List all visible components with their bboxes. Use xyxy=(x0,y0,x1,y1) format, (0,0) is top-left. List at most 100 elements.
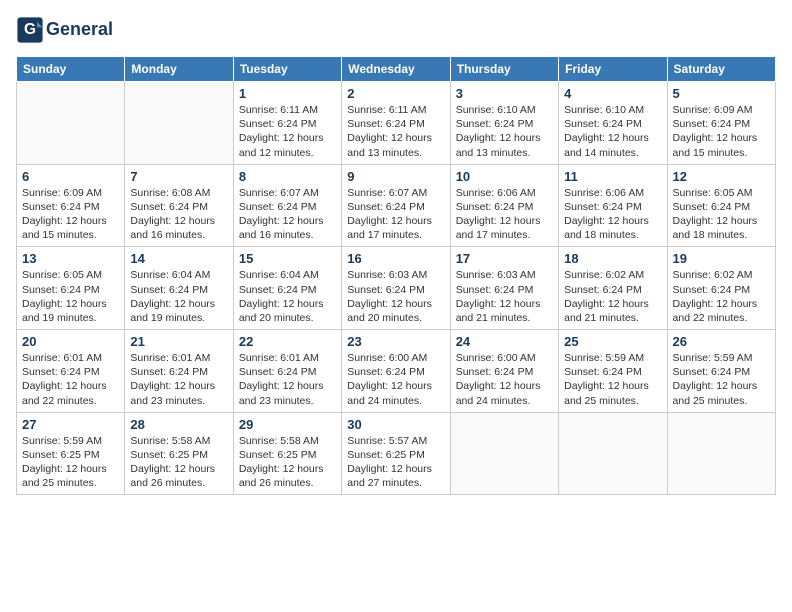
day-info: Sunrise: 6:11 AMSunset: 6:24 PMDaylight:… xyxy=(347,103,444,160)
calendar-cell xyxy=(667,412,775,495)
calendar-cell: 28 Sunrise: 5:58 AMSunset: 6:25 PMDayligh… xyxy=(125,412,233,495)
calendar-cell xyxy=(559,412,667,495)
day-info: Sunrise: 5:58 AMSunset: 6:25 PMDaylight:… xyxy=(130,434,227,491)
day-number: 18 xyxy=(564,251,661,266)
calendar-cell: 12 Sunrise: 6:05 AMSunset: 6:24 PMDayligh… xyxy=(667,164,775,247)
day-number: 3 xyxy=(456,86,553,101)
day-number: 5 xyxy=(673,86,770,101)
calendar-cell: 2 Sunrise: 6:11 AMSunset: 6:24 PMDaylight… xyxy=(342,82,450,165)
day-info: Sunrise: 6:01 AMSunset: 6:24 PMDaylight:… xyxy=(22,351,119,408)
day-info: Sunrise: 6:08 AMSunset: 6:24 PMDaylight:… xyxy=(130,186,227,243)
calendar-cell xyxy=(125,82,233,165)
calendar-cell: 17 Sunrise: 6:03 AMSunset: 6:24 PMDayligh… xyxy=(450,247,558,330)
day-info: Sunrise: 6:09 AMSunset: 6:24 PMDaylight:… xyxy=(673,103,770,160)
day-number: 7 xyxy=(130,169,227,184)
column-header-friday: Friday xyxy=(559,57,667,82)
logo-icon: G xyxy=(16,16,44,44)
calendar-cell: 21Sunrise: 6:01 AMSunset: 6:24 PMDayligh… xyxy=(125,330,233,413)
calendar-cell: 11 Sunrise: 6:06 AMSunset: 6:24 PMDayligh… xyxy=(559,164,667,247)
day-number: 4 xyxy=(564,86,661,101)
day-info: Sunrise: 6:11 AMSunset: 6:24 PMDaylight:… xyxy=(239,103,336,160)
calendar-cell: 6 Sunrise: 6:09 AMSunset: 6:24 PMDaylight… xyxy=(17,164,125,247)
day-info: Sunrise: 6:03 AMSunset: 6:24 PMDaylight:… xyxy=(347,268,444,325)
day-number: 20 xyxy=(22,334,119,349)
calendar-cell: 7 Sunrise: 6:08 AMSunset: 6:24 PMDaylight… xyxy=(125,164,233,247)
column-header-thursday: Thursday xyxy=(450,57,558,82)
calendar-cell: 29 Sunrise: 5:58 AMSunset: 6:25 PMDayligh… xyxy=(233,412,341,495)
day-info: Sunrise: 6:03 AMSunset: 6:24 PMDaylight:… xyxy=(456,268,553,325)
day-number: 19 xyxy=(673,251,770,266)
week-row-2: 6 Sunrise: 6:09 AMSunset: 6:24 PMDaylight… xyxy=(17,164,776,247)
day-info: Sunrise: 6:01 AMSunset: 6:24 PMDaylight:… xyxy=(239,351,336,408)
day-number: 15 xyxy=(239,251,336,266)
svg-text:G: G xyxy=(24,21,36,38)
day-info: Sunrise: 6:04 AMSunset: 6:24 PMDaylight:… xyxy=(239,268,336,325)
day-number: 28 xyxy=(130,417,227,432)
calendar-cell: 24 Sunrise: 6:00 AMSunset: 6:24 PMDayligh… xyxy=(450,330,558,413)
calendar-cell xyxy=(450,412,558,495)
day-number: 10 xyxy=(456,169,553,184)
day-info: Sunrise: 6:10 AMSunset: 6:24 PMDaylight:… xyxy=(564,103,661,160)
day-number: 17 xyxy=(456,251,553,266)
calendar-cell: 26 Sunrise: 5:59 AMSunset: 6:24 PMDayligh… xyxy=(667,330,775,413)
day-number: 13 xyxy=(22,251,119,266)
day-info: Sunrise: 6:06 AMSunset: 6:24 PMDaylight:… xyxy=(456,186,553,243)
day-info: Sunrise: 6:04 AMSunset: 6:24 PMDaylight:… xyxy=(130,268,227,325)
week-row-3: 13Sunrise: 6:05 AMSunset: 6:24 PMDayligh… xyxy=(17,247,776,330)
day-info: Sunrise: 6:01 AMSunset: 6:24 PMDaylight:… xyxy=(130,351,227,408)
day-info: Sunrise: 5:59 AMSunset: 6:24 PMDaylight:… xyxy=(564,351,661,408)
day-number: 24 xyxy=(456,334,553,349)
calendar-cell: 3 Sunrise: 6:10 AMSunset: 6:24 PMDaylight… xyxy=(450,82,558,165)
day-info: Sunrise: 6:00 AMSunset: 6:24 PMDaylight:… xyxy=(456,351,553,408)
calendar-cell xyxy=(17,82,125,165)
day-number: 16 xyxy=(347,251,444,266)
calendar-cell: 5 Sunrise: 6:09 AMSunset: 6:24 PMDaylight… xyxy=(667,82,775,165)
day-number: 25 xyxy=(564,334,661,349)
day-info: Sunrise: 6:06 AMSunset: 6:24 PMDaylight:… xyxy=(564,186,661,243)
calendar-table: SundayMondayTuesdayWednesdayThursdayFrid… xyxy=(16,56,776,495)
calendar-cell: 23 Sunrise: 6:00 AMSunset: 6:24 PMDayligh… xyxy=(342,330,450,413)
day-number: 6 xyxy=(22,169,119,184)
day-info: Sunrise: 6:05 AMSunset: 6:24 PMDaylight:… xyxy=(673,186,770,243)
day-info: Sunrise: 6:09 AMSunset: 6:24 PMDaylight:… xyxy=(22,186,119,243)
day-number: 23 xyxy=(347,334,444,349)
calendar-cell: 20 Sunrise: 6:01 AMSunset: 6:24 PMDayligh… xyxy=(17,330,125,413)
day-info: Sunrise: 6:02 AMSunset: 6:24 PMDaylight:… xyxy=(564,268,661,325)
day-number: 26 xyxy=(673,334,770,349)
calendar-cell: 15 Sunrise: 6:04 AMSunset: 6:24 PMDayligh… xyxy=(233,247,341,330)
day-number: 22 xyxy=(239,334,336,349)
day-number: 14 xyxy=(130,251,227,266)
day-number: 30 xyxy=(347,417,444,432)
logo-text: General xyxy=(46,20,113,40)
page-header: G General xyxy=(16,16,776,44)
day-info: Sunrise: 5:58 AMSunset: 6:25 PMDaylight:… xyxy=(239,434,336,491)
calendar-header-row: SundayMondayTuesdayWednesdayThursdayFrid… xyxy=(17,57,776,82)
day-number: 27 xyxy=(22,417,119,432)
column-header-monday: Monday xyxy=(125,57,233,82)
calendar-cell: 22 Sunrise: 6:01 AMSunset: 6:24 PMDayligh… xyxy=(233,330,341,413)
calendar-cell: 19 Sunrise: 6:02 AMSunset: 6:24 PMDayligh… xyxy=(667,247,775,330)
week-row-5: 27 Sunrise: 5:59 AMSunset: 6:25 PMDayligh… xyxy=(17,412,776,495)
calendar-cell: 4 Sunrise: 6:10 AMSunset: 6:24 PMDaylight… xyxy=(559,82,667,165)
day-info: Sunrise: 5:59 AMSunset: 6:24 PMDaylight:… xyxy=(673,351,770,408)
calendar-cell: 14 Sunrise: 6:04 AMSunset: 6:24 PMDayligh… xyxy=(125,247,233,330)
calendar-cell: 13Sunrise: 6:05 AMSunset: 6:24 PMDayligh… xyxy=(17,247,125,330)
day-info: Sunrise: 6:00 AMSunset: 6:24 PMDaylight:… xyxy=(347,351,444,408)
day-number: 9 xyxy=(347,169,444,184)
day-info: Sunrise: 5:59 AMSunset: 6:25 PMDaylight:… xyxy=(22,434,119,491)
column-header-sunday: Sunday xyxy=(17,57,125,82)
day-number: 2 xyxy=(347,86,444,101)
week-row-4: 20 Sunrise: 6:01 AMSunset: 6:24 PMDayligh… xyxy=(17,330,776,413)
calendar-cell: 30Sunrise: 5:57 AMSunset: 6:25 PMDayligh… xyxy=(342,412,450,495)
calendar-cell: 1 Sunrise: 6:11 AMSunset: 6:24 PMDaylight… xyxy=(233,82,341,165)
day-number: 8 xyxy=(239,169,336,184)
day-info: Sunrise: 6:10 AMSunset: 6:24 PMDaylight:… xyxy=(456,103,553,160)
week-row-1: 1 Sunrise: 6:11 AMSunset: 6:24 PMDaylight… xyxy=(17,82,776,165)
day-number: 29 xyxy=(239,417,336,432)
day-info: Sunrise: 6:02 AMSunset: 6:24 PMDaylight:… xyxy=(673,268,770,325)
day-number: 1 xyxy=(239,86,336,101)
day-number: 12 xyxy=(673,169,770,184)
day-number: 11 xyxy=(564,169,661,184)
calendar-cell: 10 Sunrise: 6:06 AMSunset: 6:24 PMDayligh… xyxy=(450,164,558,247)
calendar-cell: 18 Sunrise: 6:02 AMSunset: 6:24 PMDayligh… xyxy=(559,247,667,330)
